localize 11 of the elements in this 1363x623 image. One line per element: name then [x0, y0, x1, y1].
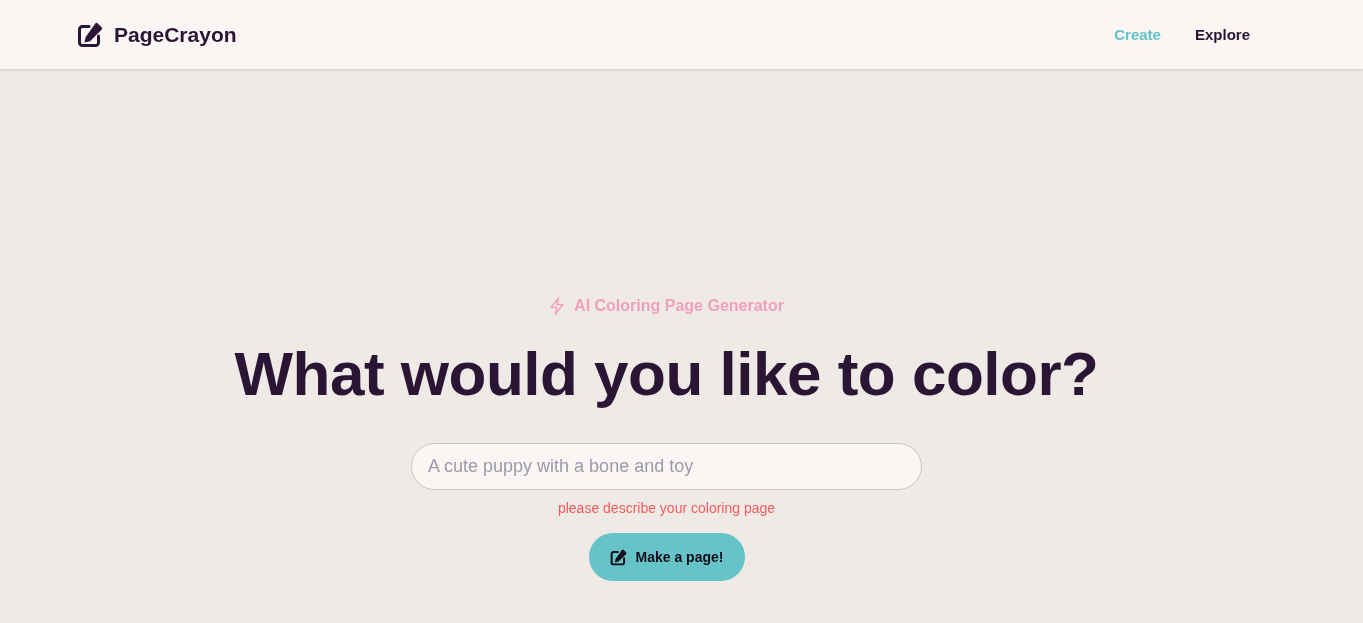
logo-text: PageCrayon: [114, 22, 237, 47]
nav-link[interactable]: Explore: [1194, 26, 1250, 43]
page-heading: What would you like to color?: [234, 338, 1099, 410]
validation-error-text: please describe your coloring page: [557, 500, 776, 516]
logo-link[interactable]: PageCrayon: [77, 21, 237, 48]
tagline-text: AI Coloring Page Generator: [574, 297, 784, 315]
prompt-input-field[interactable]: A cute puppy with a bone and toy: [411, 443, 922, 490]
edit-icon: [609, 548, 627, 566]
make-page-button[interactable]: Make a page!: [588, 533, 745, 581]
edit-icon: [77, 21, 103, 48]
lightning-icon: [549, 297, 566, 315]
